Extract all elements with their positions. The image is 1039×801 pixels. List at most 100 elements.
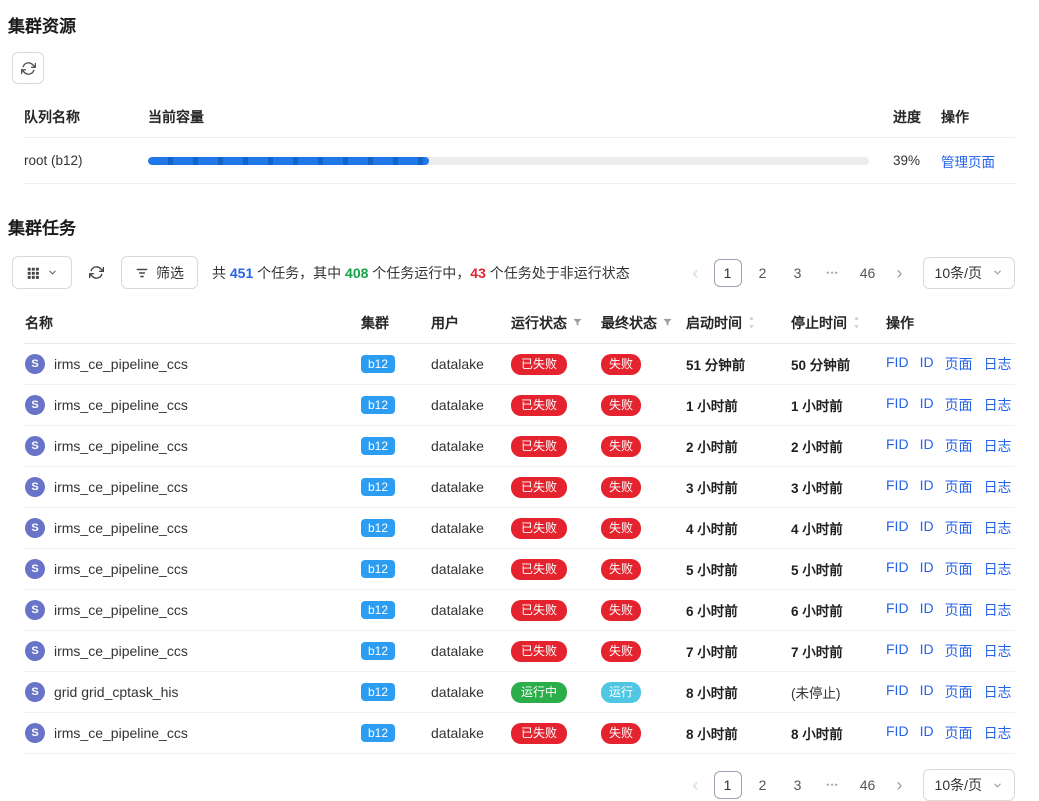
page-button-3[interactable]: 3 [784, 259, 812, 287]
tasks-toolbar: 筛选 共 451 个任务，其中 408 个任务运行中，43 个任务处于非运行状态… [12, 256, 1015, 289]
page-button-2[interactable]: 2 [749, 771, 777, 799]
resources-toolbar [12, 52, 1015, 84]
page-link[interactable]: 页面 [945, 600, 973, 620]
filter-button-label: 筛选 [156, 263, 184, 283]
running-count: 408 [345, 265, 368, 281]
funnel-icon[interactable] [572, 317, 583, 328]
fid-link[interactable]: FID [886, 395, 909, 415]
page-ellipsis[interactable]: ••• [819, 771, 847, 799]
page-size-select[interactable]: 10条/页 [923, 769, 1015, 801]
col-current-capacity: 当前容量 [148, 107, 869, 127]
page-link[interactable]: 页面 [945, 354, 973, 374]
run-status-badge: 运行中 [511, 682, 567, 703]
table-row: S irms_ce_pipeline_ccs b12 datalake 已失败 … [24, 467, 1015, 508]
sort-icon[interactable] [852, 316, 861, 329]
start-time: 51 分钟前 [680, 354, 785, 374]
manage-page-link[interactable]: 管理页面 [941, 155, 995, 170]
id-link[interactable]: ID [920, 354, 934, 374]
next-page-button[interactable]: › [889, 771, 911, 799]
page: 集群资源 队列名称 当前容量 进度 操作 root (b12) 39% 管理页面… [0, 0, 1039, 790]
page-link[interactable]: 页面 [945, 723, 973, 743]
next-page-button[interactable]: › [889, 259, 911, 287]
log-link[interactable]: 日志 [984, 477, 1012, 497]
id-link[interactable]: ID [920, 395, 934, 415]
resources-refresh-button[interactable] [12, 52, 44, 84]
prev-page-button[interactable]: ‹ [685, 771, 707, 799]
funnel-icon[interactable] [662, 317, 673, 328]
page-size-select[interactable]: 10条/页 [923, 257, 1015, 289]
fid-link[interactable]: FID [886, 518, 909, 538]
sort-icon[interactable] [747, 316, 756, 329]
id-link[interactable]: ID [920, 518, 934, 538]
total-count: 451 [230, 265, 253, 281]
id-link[interactable]: ID [920, 682, 934, 702]
page-link[interactable]: 页面 [945, 518, 973, 538]
fid-link[interactable]: FID [886, 354, 909, 374]
page-button-1[interactable]: 1 [714, 771, 742, 799]
page-link[interactable]: 页面 [945, 641, 973, 661]
fid-link[interactable]: FID [886, 723, 909, 743]
page-link[interactable]: 页面 [945, 477, 973, 497]
page-ellipsis[interactable]: ••• [819, 259, 847, 287]
run-status-badge: 已失败 [511, 477, 567, 498]
id-link[interactable]: ID [920, 641, 934, 661]
page-size-value: 10条/页 [935, 263, 982, 283]
final-status-badge: 失败 [601, 641, 641, 662]
prev-page-button[interactable]: ‹ [685, 259, 707, 287]
user-cell: datalake [425, 438, 505, 454]
avatar: S [25, 682, 45, 702]
page-button-3[interactable]: 3 [784, 771, 812, 799]
cluster-badge: b12 [361, 355, 395, 373]
tasks-footer: ‹ 1 2 3 ••• 46 › 10条/页 [24, 769, 1015, 801]
page-button-46[interactable]: 46 [854, 771, 882, 799]
cluster-badge: b12 [361, 396, 395, 414]
columns-dropdown-button[interactable] [12, 256, 72, 289]
run-status-badge: 已失败 [511, 723, 567, 744]
log-link[interactable]: 日志 [984, 682, 1012, 702]
log-link[interactable]: 日志 [984, 641, 1012, 661]
id-link[interactable]: ID [920, 723, 934, 743]
task-name: grid grid_cptask_his [54, 684, 179, 700]
page-button-46[interactable]: 46 [854, 259, 882, 287]
page-link[interactable]: 页面 [945, 395, 973, 415]
cluster-badge: b12 [361, 642, 395, 660]
log-link[interactable]: 日志 [984, 436, 1012, 456]
page-button-2[interactable]: 2 [749, 259, 777, 287]
page-link[interactable]: 页面 [945, 436, 973, 456]
col-task-actions: 操作 [880, 313, 1015, 333]
col-resources-actions: 操作 [941, 107, 1015, 127]
avatar: S [25, 723, 45, 743]
page-link[interactable]: 页面 [945, 682, 973, 702]
filter-button[interactable]: 筛选 [121, 256, 198, 289]
user-cell: datalake [425, 602, 505, 618]
id-link[interactable]: ID [920, 436, 934, 456]
fid-link[interactable]: FID [886, 600, 909, 620]
resources-table: 队列名称 当前容量 进度 操作 root (b12) 39% 管理页面 [24, 96, 1015, 184]
id-link[interactable]: ID [920, 600, 934, 620]
task-name: irms_ce_pipeline_ccs [54, 397, 188, 413]
final-status-badge: 失败 [601, 395, 641, 416]
start-time: 4 小时前 [680, 518, 785, 538]
fid-link[interactable]: FID [886, 436, 909, 456]
tasks-refresh-button[interactable] [89, 257, 104, 289]
task-name: irms_ce_pipeline_ccs [54, 438, 188, 454]
id-link[interactable]: ID [920, 559, 934, 579]
fid-link[interactable]: FID [886, 641, 909, 661]
cluster-badge: b12 [361, 478, 395, 496]
fid-link[interactable]: FID [886, 477, 909, 497]
id-link[interactable]: ID [920, 477, 934, 497]
cluster-badge: b12 [361, 601, 395, 619]
log-link[interactable]: 日志 [984, 354, 1012, 374]
page-button-1[interactable]: 1 [714, 259, 742, 287]
log-link[interactable]: 日志 [984, 518, 1012, 538]
fid-link[interactable]: FID [886, 682, 909, 702]
fid-link[interactable]: FID [886, 559, 909, 579]
log-link[interactable]: 日志 [984, 723, 1012, 743]
log-link[interactable]: 日志 [984, 559, 1012, 579]
log-link[interactable]: 日志 [984, 600, 1012, 620]
user-cell: datalake [425, 643, 505, 659]
progress-percent: 39% [869, 153, 941, 168]
final-status-badge: 失败 [601, 436, 641, 457]
log-link[interactable]: 日志 [984, 395, 1012, 415]
page-link[interactable]: 页面 [945, 559, 973, 579]
